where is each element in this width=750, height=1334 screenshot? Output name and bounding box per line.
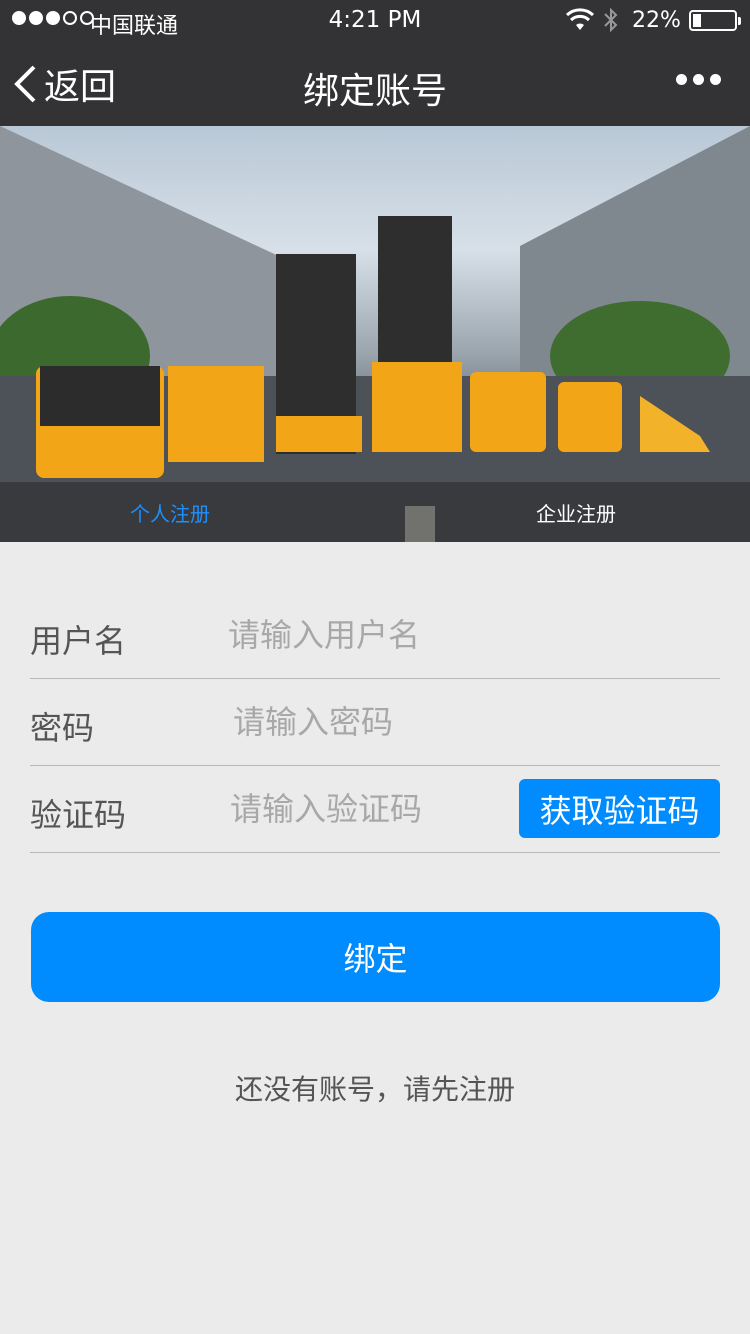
password-input[interactable] — [233, 697, 713, 747]
bind-button[interactable]: 绑定 — [31, 912, 720, 1002]
battery-icon — [689, 10, 741, 31]
back-button[interactable]: 返回 — [12, 60, 116, 108]
verification-code-input[interactable] — [230, 784, 510, 834]
username-input[interactable] — [228, 610, 708, 660]
chevron-left-icon — [14, 65, 36, 103]
back-label: 返回 — [44, 67, 117, 108]
tab-enterprise-register[interactable]: 企业注册 — [536, 498, 616, 527]
register-link[interactable]: 还没有账号，请先注册 — [0, 1068, 750, 1108]
banner-image: 个人注册 企业注册 — [0, 126, 750, 542]
registration-tabs: 个人注册 企业注册 — [0, 482, 750, 542]
forklifts-photo — [0, 126, 750, 542]
more-dots-icon[interactable] — [676, 74, 721, 85]
navigation-bar: 返回 绑定账号 — [0, 42, 750, 126]
tab-personal-register[interactable]: 个人注册 — [130, 498, 210, 527]
bluetooth-icon — [604, 7, 618, 33]
bind-account-form: 用户名 密码 验证码 获取验证码 — [30, 592, 720, 853]
verification-code-row: 验证码 获取验证码 — [30, 766, 720, 853]
status-bar: 中国联通 4:21 PM 22% — [0, 0, 750, 42]
battery-percent: 22% — [632, 8, 681, 33]
top-bar: 中国联通 4:21 PM 22% 返回 绑定账号 — [0, 0, 750, 126]
verification-code-label: 验证码 — [30, 796, 127, 834]
password-row: 密码 — [30, 679, 720, 766]
wifi-icon — [566, 8, 594, 30]
password-label: 密码 — [30, 709, 95, 747]
username-row: 用户名 — [30, 592, 720, 679]
username-label: 用户名 — [30, 622, 127, 660]
get-code-button[interactable]: 获取验证码 — [519, 779, 720, 838]
